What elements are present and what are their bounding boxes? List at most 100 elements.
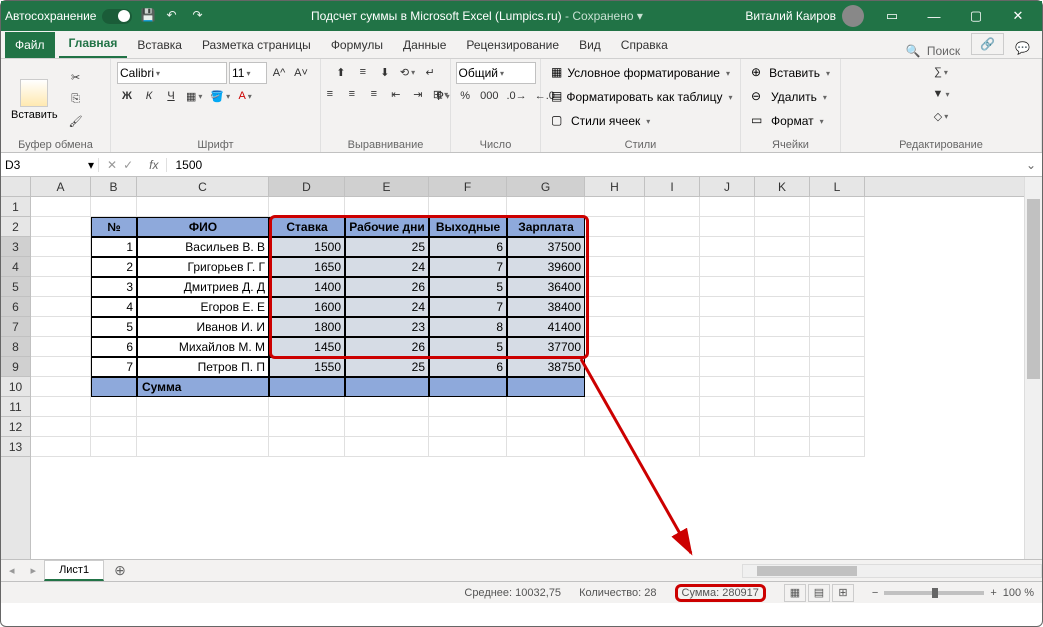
fill-button[interactable]: ▼▾ [930,84,953,104]
expand-formula-bar-icon[interactable]: ⌄ [1020,158,1042,172]
table-cell[interactable]: 37500 [507,237,585,257]
cell[interactable] [429,417,507,437]
cell[interactable] [269,437,345,457]
column-header-L[interactable]: L [810,177,865,196]
cell[interactable] [645,277,700,297]
tab-home[interactable]: Главная [59,30,128,58]
align-right-button[interactable]: ≡ [364,84,384,104]
column-header-D[interactable]: D [269,177,345,196]
orientation-button[interactable]: ⟲▾ [397,62,418,82]
cell[interactable] [810,337,865,357]
chevron-down-icon[interactable]: ▾ [88,158,94,172]
cell[interactable] [810,277,865,297]
fx-icon[interactable]: fx [141,158,167,172]
increase-decimal-button[interactable]: .0→ [504,86,530,106]
cell[interactable] [345,397,429,417]
table-cell[interactable]: Григорьев Г. Г [137,257,269,277]
cell[interactable] [31,357,91,377]
tab-insert[interactable]: Вставка [127,32,192,58]
fill-color-button[interactable]: 🪣▾ [207,86,233,106]
maximize-button[interactable]: ▢ [956,1,996,31]
table-cell[interactable]: 1600 [269,297,345,317]
column-header-K[interactable]: K [755,177,810,196]
cell[interactable] [269,197,345,217]
table-cell[interactable]: 5 [429,277,507,297]
cell[interactable] [91,437,137,457]
cell[interactable] [429,197,507,217]
cell[interactable] [31,317,91,337]
table-cell[interactable]: 1650 [269,257,345,277]
cell[interactable] [137,197,269,217]
table-header[interactable]: Зарплата [507,217,585,237]
cell[interactable] [91,417,137,437]
tab-data[interactable]: Данные [393,32,456,58]
vertical-scrollbar[interactable] [1024,177,1042,559]
table-header[interactable]: Рабочие дни [345,217,429,237]
cell[interactable] [585,257,645,277]
share-button[interactable]: 🔗 [971,33,1004,55]
cell[interactable] [755,257,810,277]
table-header[interactable]: Выходные [429,217,507,237]
cell[interactable] [645,337,700,357]
cell[interactable] [585,397,645,417]
search-hint[interactable]: 🔍 Поиск [898,44,968,58]
cell[interactable] [585,197,645,217]
cut-button[interactable]: ✂ [66,68,86,88]
cell[interactable] [585,317,645,337]
table-cell[interactable]: 1800 [269,317,345,337]
cell[interactable] [91,197,137,217]
column-header-J[interactable]: J [700,177,755,196]
table-cell[interactable]: 26 [345,337,429,357]
row-header-3[interactable]: 3 [1,237,30,257]
table-header[interactable]: Ставка [269,217,345,237]
table-cell[interactable]: 38750 [507,357,585,377]
cell[interactable] [700,217,755,237]
cell[interactable] [137,417,269,437]
cell[interactable] [700,417,755,437]
sheet-nav-next[interactable]: ▸ [23,564,45,577]
row-header-5[interactable]: 5 [1,277,30,297]
table-header[interactable]: № [91,217,137,237]
row-header-11[interactable]: 11 [1,397,30,417]
redo-icon[interactable]: ↷ [192,8,208,24]
row-header-8[interactable]: 8 [1,337,30,357]
cell[interactable] [507,437,585,457]
sheet-tab-active[interactable]: Лист1 [44,560,104,581]
close-button[interactable]: ✕ [998,1,1038,31]
align-center-button[interactable]: ≡ [342,84,362,104]
minimize-button[interactable]: — [914,1,954,31]
format-painter-button[interactable]: 🖌 [66,112,86,132]
table-cell[interactable]: Михайлов М. М [137,337,269,357]
delete-cells-button[interactable]: ⊖Удалить▾ [747,86,834,108]
cell[interactable] [585,437,645,457]
autosave-toggle[interactable]: Автосохранение [5,9,132,24]
table-cell[interactable]: 1400 [269,277,345,297]
cell[interactable] [585,357,645,377]
cell[interactable] [810,357,865,377]
cell[interactable] [345,437,429,457]
row-header-1[interactable]: 1 [1,197,30,217]
row-header-12[interactable]: 12 [1,417,30,437]
cell[interactable] [810,237,865,257]
format-as-table-button[interactable]: ▤Форматировать как таблицу▾ [547,86,734,108]
zoom-out-button[interactable]: − [872,587,878,599]
cell[interactable] [429,437,507,457]
table-cell[interactable]: 6 [429,237,507,257]
table-cell[interactable]: 1550 [269,357,345,377]
cell[interactable] [645,217,700,237]
table-header[interactable]: ФИО [137,217,269,237]
sheet-nav-prev[interactable]: ◂ [1,564,23,577]
cell[interactable] [755,357,810,377]
cell[interactable] [755,297,810,317]
select-all-corner[interactable] [1,177,31,197]
cell[interactable] [645,257,700,277]
column-header-C[interactable]: C [137,177,269,196]
font-name-combo[interactable]: Calibri▾ [117,62,227,84]
tab-review[interactable]: Рецензирование [456,32,569,58]
zoom-level[interactable]: 100 % [1003,587,1034,599]
conditional-formatting-button[interactable]: ▦Условное форматирование▾ [547,62,734,84]
column-header-F[interactable]: F [429,177,507,196]
spreadsheet-grid[interactable]: ABCDEFGHIJKL 12345678910111213 №ФИОСтавк… [1,177,1042,559]
sum-cell[interactable] [507,377,585,397]
sum-cell[interactable] [429,377,507,397]
